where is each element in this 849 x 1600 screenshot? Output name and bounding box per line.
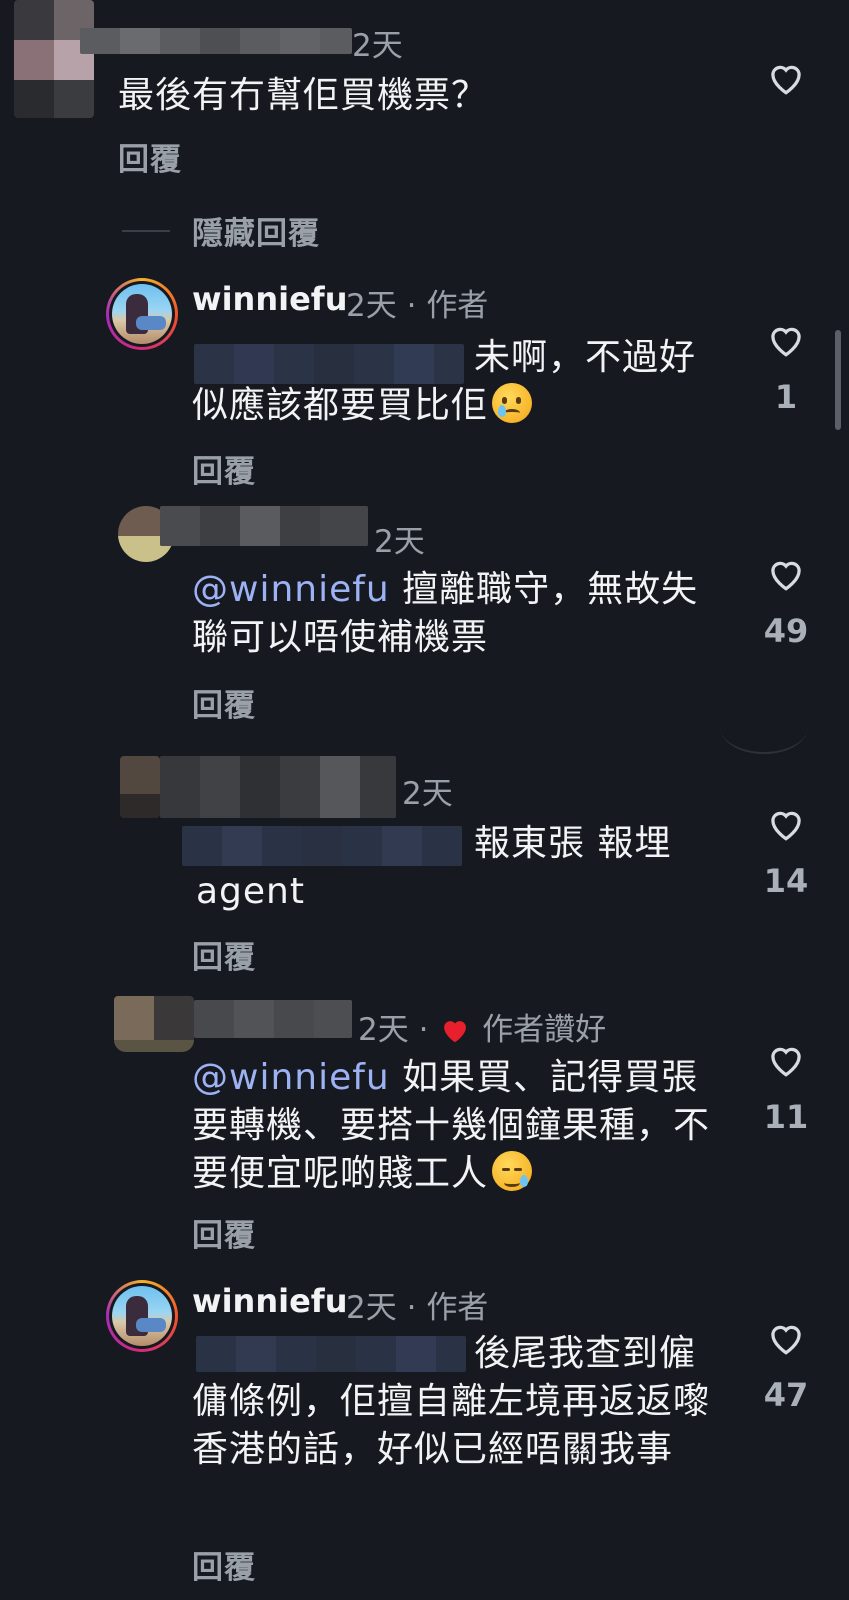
scrollbar[interactable] — [835, 330, 841, 430]
comment-text: 最後有冇幫佢買機票？ — [118, 75, 489, 116]
comment-text: @winniefu 擅離職守，無故失聯可以唔使補機票 — [192, 566, 722, 662]
comment-text: @winniefu 如果買、記得買張要轉機、要搭十幾個鐘果種，不要便宜呢啲賤工人 — [192, 1054, 722, 1198]
avatar[interactable] — [106, 278, 178, 350]
mention-link[interactable]: @winniefu — [192, 1057, 390, 1098]
heart-icon[interactable] — [766, 1042, 806, 1078]
like-count: 14 — [763, 862, 809, 900]
redacted-username — [194, 1000, 352, 1038]
author-liked-label: 作者讚好 — [482, 1012, 607, 1048]
comment-time: 2天 — [358, 1012, 409, 1048]
avatar[interactable] — [106, 1280, 178, 1352]
comment-time: 2天 — [352, 28, 403, 64]
avatar[interactable] — [120, 756, 160, 818]
comment-text-content: 未啊，不過好似應該都要買比佢 — [192, 337, 697, 426]
reply-button[interactable]: 回覆 — [192, 932, 256, 977]
overlay-artifact — [720, 700, 808, 754]
comment-time: 2天 — [346, 288, 397, 324]
comment-time: 2天 — [346, 1290, 397, 1326]
redacted-username — [160, 756, 396, 818]
redacted-username — [160, 506, 368, 546]
crying-face-icon — [492, 383, 533, 423]
like-count: 47 — [763, 1376, 809, 1414]
comment-text: 未啊，不過好似應該都要買比佢 — [192, 334, 722, 430]
comment-text-line2: agent — [196, 871, 305, 912]
comment-meta: 2天 · 作者 — [346, 280, 488, 325]
comment-time: 2天 — [402, 776, 453, 812]
heart-icon[interactable] — [766, 806, 806, 842]
heart-icon[interactable] — [766, 322, 806, 358]
divider — [122, 230, 170, 232]
heart-icon[interactable] — [766, 60, 806, 96]
comment-time: 2天 — [374, 524, 425, 560]
hide-replies-button[interactable]: 隱藏回覆 — [192, 208, 320, 253]
heart-icon[interactable] — [766, 556, 806, 592]
comment-meta: 2天 · 作者讚好 — [358, 1004, 606, 1049]
avatar[interactable] — [14, 0, 94, 118]
like-count: 1 — [774, 378, 798, 416]
reply-button[interactable]: 回覆 — [192, 680, 256, 725]
comment-text: 後尾我查到僱傭條例，佢擅自離左境再返返嚟香港的話，好似已經唔關我事 — [192, 1333, 711, 1470]
separator-dot: · — [406, 1290, 417, 1326]
comment-text: 報東張 報埋 — [474, 823, 672, 864]
author-tag: 作者 — [426, 288, 489, 324]
reply-button[interactable]: 回覆 — [192, 1210, 256, 1255]
comment-meta: 2天 · 作者 — [346, 1282, 488, 1327]
mention-link[interactable]: @winniefu — [192, 569, 390, 610]
redacted-mention — [182, 826, 462, 866]
separator-dot: · — [418, 1012, 429, 1048]
author-tag: 作者 — [426, 1290, 489, 1326]
like-count: 49 — [763, 612, 809, 650]
reply-button[interactable]: 回覆 — [118, 134, 182, 179]
reply-button[interactable]: 回覆 — [192, 446, 256, 491]
heart-icon[interactable] — [766, 1320, 806, 1356]
avatar[interactable] — [114, 996, 194, 1052]
username[interactable]: winniefu — [192, 280, 347, 318]
author-liked-heart-icon — [444, 1021, 467, 1043]
like-count: 11 — [763, 1098, 809, 1136]
sleepy-face-icon — [492, 1151, 533, 1191]
username[interactable]: winniefu — [192, 1282, 347, 1320]
reply-button[interactable]: 回覆 — [192, 1542, 256, 1587]
redacted-username — [80, 28, 352, 54]
separator-dot: · — [406, 288, 417, 324]
